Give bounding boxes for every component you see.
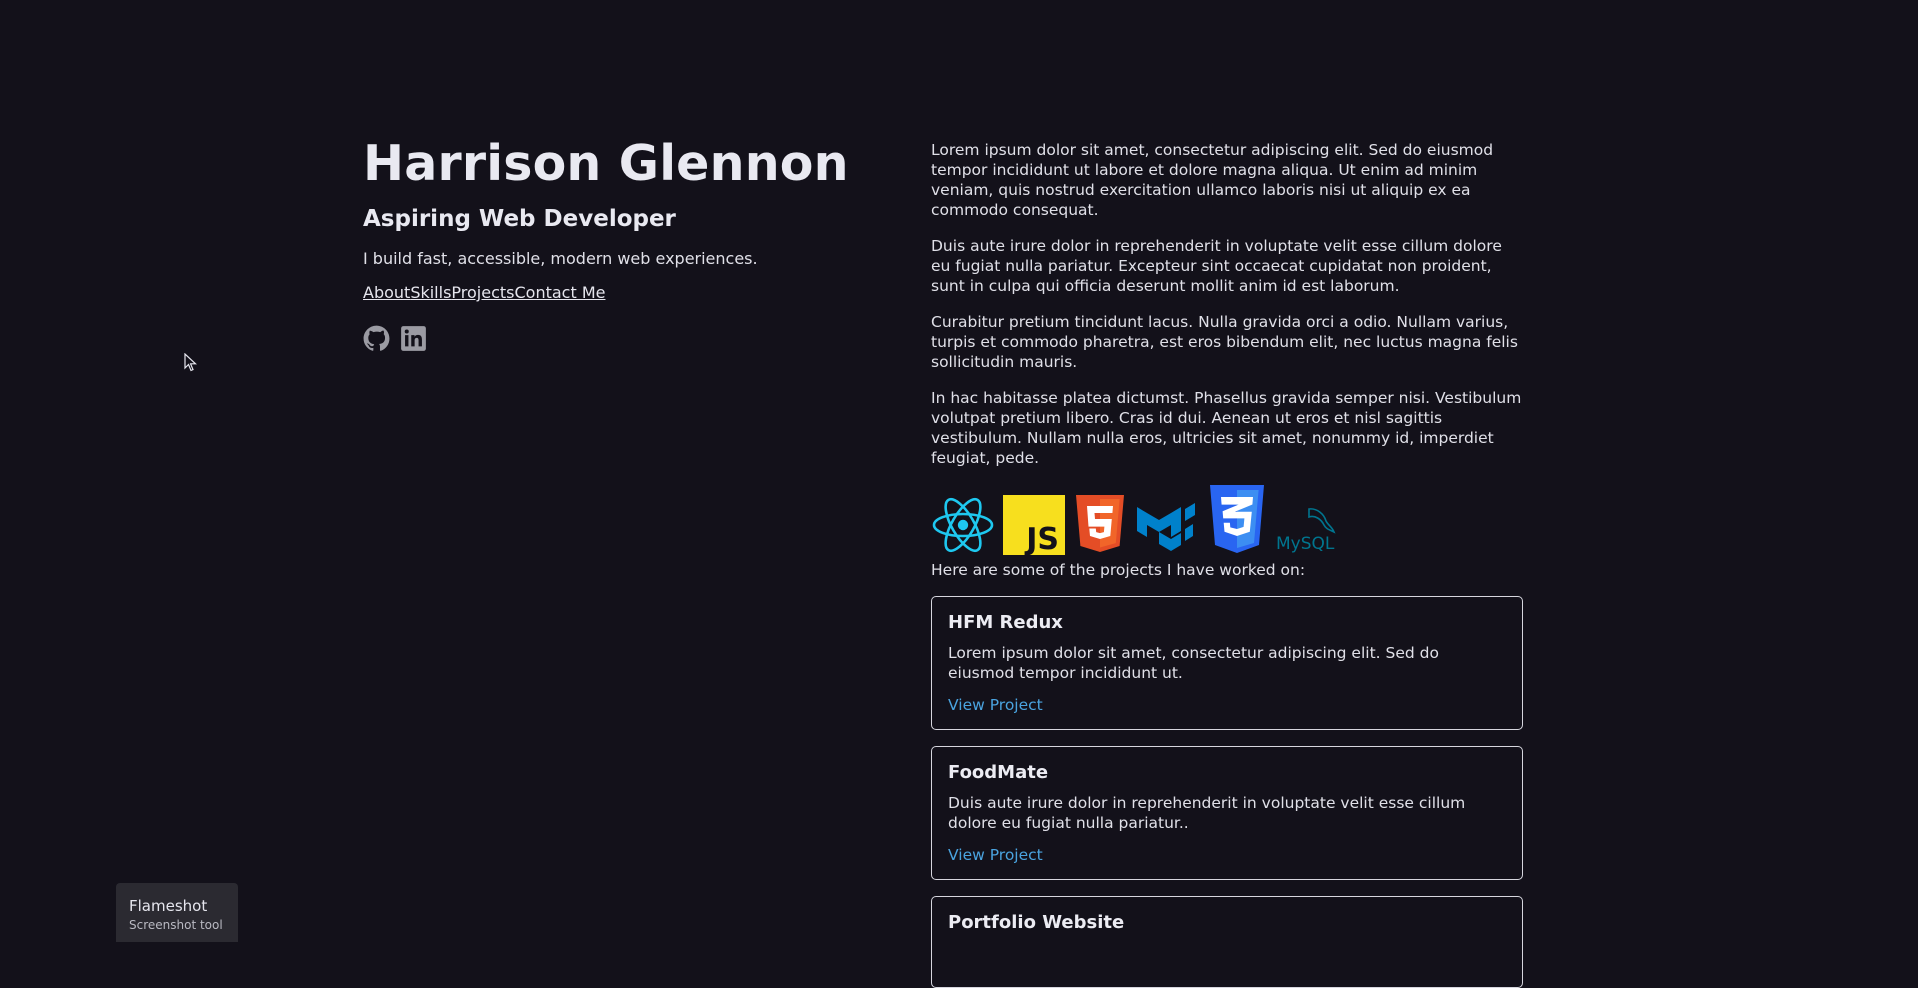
project-card: Portfolio Website <box>931 896 1523 988</box>
about-paragraph: Duis aute irure dolor in reprehenderit i… <box>931 237 1502 295</box>
project-title: FoodMate <box>948 762 1049 783</box>
project-description: Duis aute irure dolor in reprehenderit i… <box>948 794 1466 832</box>
social-links <box>363 325 883 352</box>
view-project-link[interactable]: View Project <box>948 845 1043 865</box>
css3-icon <box>1207 485 1267 560</box>
js-logo-text: JS <box>1024 522 1059 555</box>
project-title: Portfolio Website <box>948 912 1125 933</box>
html5-icon <box>1073 495 1127 560</box>
linkedin-icon[interactable] <box>400 325 427 352</box>
about-paragraph: Curabitur pretium tincidunt lacus. Nulla… <box>931 313 1518 371</box>
about-paragraph: In hac habitasse platea dictumst. Phasel… <box>931 389 1522 467</box>
nav-link-about[interactable]: About <box>363 283 410 302</box>
tagline: I build fast, accessible, modern web exp… <box>363 249 758 268</box>
mysql-icon: MySQL <box>1275 505 1341 560</box>
nav-links: AboutSkillsProjectsContact Me <box>363 283 883 302</box>
page-title: Harrison Glennon <box>363 135 849 192</box>
nav-link-projects[interactable]: Projects <box>451 283 514 302</box>
javascript-icon: JS <box>1003 495 1065 560</box>
mysql-logo-text: MySQL <box>1276 534 1335 554</box>
material-ui-icon <box>1135 499 1199 560</box>
project-title: HFM Redux <box>948 612 1063 633</box>
mouse-cursor <box>184 352 198 377</box>
react-icon <box>931 495 995 560</box>
notification-title: Flameshot <box>129 897 208 915</box>
projects-intro: Here are some of the projects I have wor… <box>931 561 1306 579</box>
github-icon[interactable] <box>363 325 390 352</box>
nav-link-skills[interactable]: Skills <box>410 283 451 302</box>
main-content: Lorem ipsum dolor sit amet, consectetur … <box>931 140 1523 988</box>
flameshot-notification: Flameshot Screenshot tool <box>116 883 238 942</box>
view-project-link[interactable]: View Project <box>948 695 1043 715</box>
notification-subtitle: Screenshot tool <box>129 918 223 932</box>
hero: Harrison Glennon Aspiring Web Developer … <box>363 130 883 352</box>
project-card: HFM Redux Lorem ipsum dolor sit amet, co… <box>931 596 1523 730</box>
project-card: FoodMate Duis aute irure dolor in repreh… <box>931 746 1523 880</box>
skills-logos: JS MySQL <box>931 485 1523 560</box>
subtitle-role: Aspiring Web Developer <box>363 206 676 232</box>
nav-link-contact[interactable]: Contact Me <box>514 283 605 302</box>
project-description: Lorem ipsum dolor sit amet, consectetur … <box>948 644 1439 682</box>
about-paragraph: Lorem ipsum dolor sit amet, consectetur … <box>931 141 1494 219</box>
